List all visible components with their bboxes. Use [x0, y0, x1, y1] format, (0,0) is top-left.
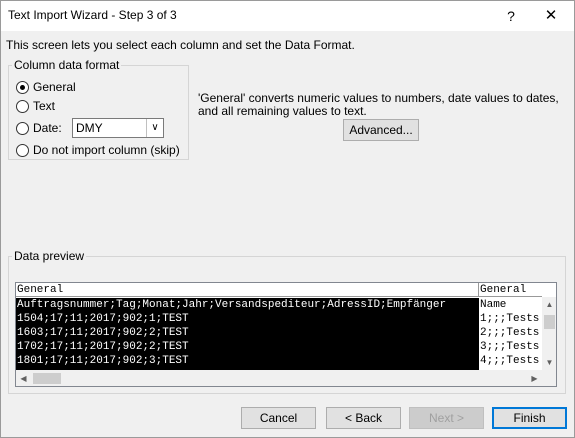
intro-text: This screen lets you select each column …: [6, 38, 355, 52]
preview-row: 4;;;Tests: [480, 355, 540, 367]
preview-row: Auftragsnummer;Tag;Monat;Jahr;Versandspe…: [17, 299, 447, 311]
scroll-up-icon[interactable]: ▲: [542, 297, 556, 312]
preview-row: Name: [480, 299, 507, 311]
scrollbar-corner: [542, 370, 556, 386]
date-format-value: DMY: [76, 121, 103, 135]
close-icon: ✕: [544, 7, 558, 24]
advanced-button[interactable]: Advanced...: [343, 119, 419, 141]
radio-text[interactable]: [16, 100, 29, 113]
window-title: Text Import Wizard - Step 3 of 3: [8, 8, 177, 22]
date-format-select[interactable]: DMY ∨: [72, 118, 164, 138]
horizontal-scroll-thumb[interactable]: [33, 373, 61, 384]
close-button[interactable]: ✕: [536, 4, 566, 28]
preview-row: 1603;17;11;2017;902;2;TEST: [17, 327, 189, 339]
radio-date[interactable]: [16, 122, 29, 135]
radio-general-label: General: [33, 80, 76, 94]
scroll-left-icon[interactable]: ◀: [16, 370, 31, 386]
format-description: 'General' converts numeric values to num…: [198, 91, 559, 118]
column-2[interactable]: Name 1;;;Tests 2;;;Tests 3;;;Tests 4;;;T…: [479, 298, 542, 370]
preview-row: 1801;17;11;2017;902;3;TEST: [17, 355, 189, 367]
column-1-selected[interactable]: Auftragsnummer;Tag;Monat;Jahr;Versandspe…: [16, 298, 479, 370]
radio-general[interactable]: [16, 81, 29, 94]
preview-row: 2;;;Tests: [480, 327, 540, 339]
preview-row: 1;;;Tests: [480, 313, 540, 325]
next-button[interactable]: Next >: [409, 407, 484, 429]
radio-date-label: Date:: [33, 121, 62, 135]
help-button[interactable]: ?: [498, 4, 524, 28]
column-header-1[interactable]: General: [16, 283, 479, 297]
vertical-scrollbar[interactable]: ▲ ▼: [542, 297, 556, 370]
preview-row: 1504;17;11;2017;902;1;TEST: [17, 313, 189, 325]
preview-row: 3;;;Tests: [480, 341, 540, 353]
scroll-right-icon[interactable]: ▶: [527, 370, 542, 386]
radio-skip[interactable]: [16, 144, 29, 157]
radio-text-label: Text: [33, 99, 56, 113]
column-header-2[interactable]: General: [479, 283, 542, 297]
back-button[interactable]: < Back: [326, 407, 401, 429]
horizontal-scrollbar[interactable]: ◀ ▶: [16, 370, 542, 386]
cancel-button[interactable]: Cancel: [241, 407, 316, 429]
data-preview-grid[interactable]: General General Auftragsnummer;Tag;Monat…: [15, 282, 557, 387]
title-bar: Text Import Wizard - Step 3 of 3 ? ✕: [0, 0, 575, 31]
data-preview-label: Data preview: [12, 249, 87, 263]
column-data-format-label: Column data format: [12, 58, 122, 72]
scroll-down-icon[interactable]: ▼: [542, 355, 556, 370]
finish-button[interactable]: Finish: [492, 407, 567, 429]
chevron-down-icon[interactable]: ∨: [146, 119, 163, 137]
preview-row: 1702;17;11;2017;902;2;TEST: [17, 341, 189, 353]
vertical-scroll-thumb[interactable]: [544, 315, 555, 329]
radio-skip-label: Do not import column (skip): [33, 143, 180, 157]
